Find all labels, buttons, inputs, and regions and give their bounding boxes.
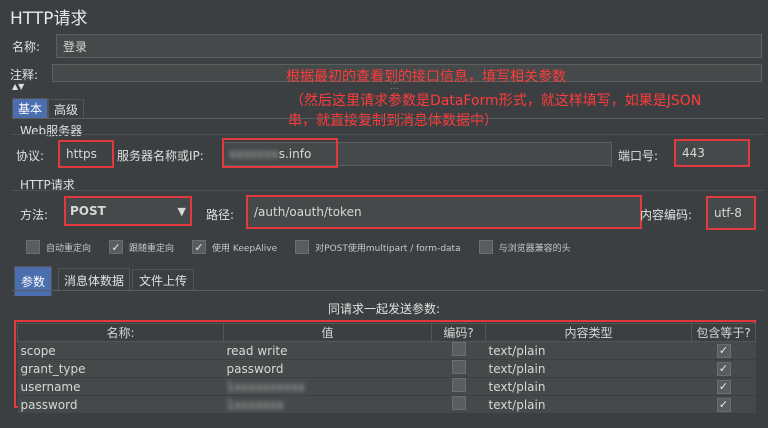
- params-caption: 同请求一起发送参数:: [327, 302, 441, 316]
- auto-redirect-checkbox[interactable]: [26, 240, 40, 254]
- param-content-type[interactable]: text/plain: [485, 359, 692, 378]
- encode-checkbox[interactable]: [451, 342, 466, 356]
- server-label: 服务器名称或IP:: [117, 149, 204, 163]
- param-content-type[interactable]: text/plain: [485, 395, 692, 414]
- method-label: 方法:: [20, 208, 49, 222]
- param-content-type[interactable]: text/plain: [485, 377, 692, 396]
- annotation-line-3: 串，就直接复制到消息体数据中）: [288, 113, 498, 129]
- collapse-arrows-icon[interactable]: ▲▼: [12, 82, 24, 91]
- name-input[interactable]: 登录: [56, 34, 762, 58]
- protocol-label: 协议:: [16, 149, 45, 163]
- include-equals-cell[interactable]: ✓: [691, 341, 756, 360]
- web-server-divider: [12, 134, 764, 135]
- comment-label: 注释:: [10, 68, 39, 82]
- encode-cell[interactable]: [431, 359, 486, 378]
- path-label: 路径:: [206, 208, 235, 222]
- table-row[interactable]: username 1xxxxxxxxxx text/plain ✓: [17, 377, 756, 396]
- window-title: HTTP请求: [10, 9, 88, 29]
- port-input[interactable]: 443: [674, 139, 750, 167]
- option-multipart[interactable]: 对POST使用multipart / form-data: [295, 240, 461, 254]
- table-row[interactable]: password 1xxxxxxx text/plain ✓: [17, 395, 756, 414]
- table-row[interactable]: grant_type password text/plain ✓: [17, 359, 756, 378]
- column-header-content-type[interactable]: 内容类型: [485, 323, 692, 342]
- tab-basic[interactable]: 基本: [12, 98, 48, 118]
- options-row: 自动重定向 ✓ 跟随重定向 ✓ 使用 KeepAlive 对POST使用mult…: [26, 240, 746, 254]
- option-follow-redirect[interactable]: ✓ 跟随重定向: [109, 240, 174, 254]
- encode-cell[interactable]: [431, 341, 486, 360]
- port-label: 端口号:: [618, 149, 659, 163]
- param-name[interactable]: username: [17, 377, 224, 396]
- param-value-hidden: 1xxxxxxxxxx: [226, 379, 306, 394]
- encoding-label: 内容编码:: [640, 208, 693, 222]
- tab-advanced[interactable]: 高级: [48, 99, 84, 118]
- option-label: 对POST使用multipart / form-data: [315, 243, 461, 254]
- protocol-input[interactable]: https: [58, 140, 114, 168]
- param-name[interactable]: scope: [17, 341, 224, 360]
- table-row[interactable]: scope read write text/plain ✓: [17, 341, 756, 360]
- param-value[interactable]: read write: [223, 341, 432, 360]
- tab-parameters[interactable]: 参数: [14, 266, 52, 296]
- tab-file-upload[interactable]: 文件上传: [132, 269, 194, 290]
- method-value: POST: [70, 204, 106, 218]
- include-equals-cell[interactable]: ✓: [691, 359, 756, 378]
- encode-checkbox[interactable]: [451, 360, 466, 374]
- include-equals-cell[interactable]: ✓: [691, 377, 756, 396]
- encode-checkbox[interactable]: [451, 378, 466, 392]
- include-equals-cell[interactable]: ✓: [691, 395, 756, 414]
- option-browser-headers[interactable]: 与浏览器兼容的头: [478, 240, 571, 254]
- http-request-divider: [12, 190, 764, 191]
- encode-cell[interactable]: [431, 395, 486, 414]
- chevron-down-icon[interactable]: ▼: [178, 205, 186, 218]
- annotation-line-1: 根据最初的查看到的接口信息，填写相关参数: [286, 69, 566, 85]
- include-equals-checkbox[interactable]: ✓: [716, 379, 731, 394]
- param-name[interactable]: password: [17, 395, 224, 414]
- option-auto-redirect[interactable]: 自动重定向: [26, 240, 91, 254]
- column-header-encode[interactable]: 编码?: [431, 323, 486, 342]
- option-label: 与浏览器兼容的头: [498, 243, 571, 254]
- keepalive-checkbox[interactable]: ✓: [192, 240, 207, 254]
- tab-divider: [12, 118, 764, 119]
- param-value[interactable]: 1xxxxxxx: [223, 395, 432, 414]
- encode-cell[interactable]: [431, 377, 486, 396]
- method-select[interactable]: POST ▼: [64, 196, 192, 226]
- option-label: 跟随重定向: [129, 243, 175, 254]
- option-keepalive[interactable]: ✓ 使用 KeepAlive: [192, 240, 277, 254]
- params-table-wrapper: 名称: 值 编码? 内容类型 包含等于? scope read write te…: [14, 320, 756, 414]
- include-equals-checkbox[interactable]: ✓: [716, 361, 731, 376]
- column-header-name[interactable]: 名称:: [17, 323, 224, 342]
- params-table: 名称: 值 编码? 内容类型 包含等于? scope read write te…: [17, 323, 756, 414]
- param-value-hidden: 1xxxxxxx: [226, 397, 284, 412]
- include-equals-checkbox[interactable]: ✓: [716, 343, 731, 358]
- option-label: 使用 KeepAlive: [212, 243, 278, 254]
- param-value[interactable]: 1xxxxxxxxxx: [223, 377, 432, 396]
- param-content-type[interactable]: text/plain: [485, 341, 692, 360]
- browser-headers-checkbox[interactable]: [478, 240, 493, 254]
- tab-body-data[interactable]: 消息体数据: [58, 268, 130, 292]
- column-header-value[interactable]: 值: [223, 323, 432, 342]
- param-value[interactable]: password: [223, 359, 432, 378]
- path-input[interactable]: /auth/oauth/token: [246, 195, 642, 229]
- server-highlight: [222, 138, 338, 168]
- include-equals-checkbox[interactable]: ✓: [716, 397, 731, 412]
- multipart-checkbox[interactable]: [295, 240, 310, 254]
- sub-tab-divider: [12, 290, 764, 291]
- name-label: 名称:: [12, 40, 41, 54]
- param-name[interactable]: grant_type: [17, 359, 224, 378]
- encoding-input[interactable]: utf-8: [706, 196, 756, 230]
- column-header-include-equals[interactable]: 包含等于?: [691, 323, 756, 342]
- encode-checkbox[interactable]: [451, 396, 466, 410]
- follow-redirect-checkbox[interactable]: ✓: [109, 240, 124, 254]
- web-server-section-label: Web服务器: [20, 124, 83, 138]
- option-label: 自动重定向: [46, 243, 92, 254]
- annotation-line-2: （然后这里请求参数是DataForm形式，就这样填写，如果是JSON: [290, 93, 702, 109]
- params-header-row: 名称: 值 编码? 内容类型 包含等于?: [17, 323, 756, 342]
